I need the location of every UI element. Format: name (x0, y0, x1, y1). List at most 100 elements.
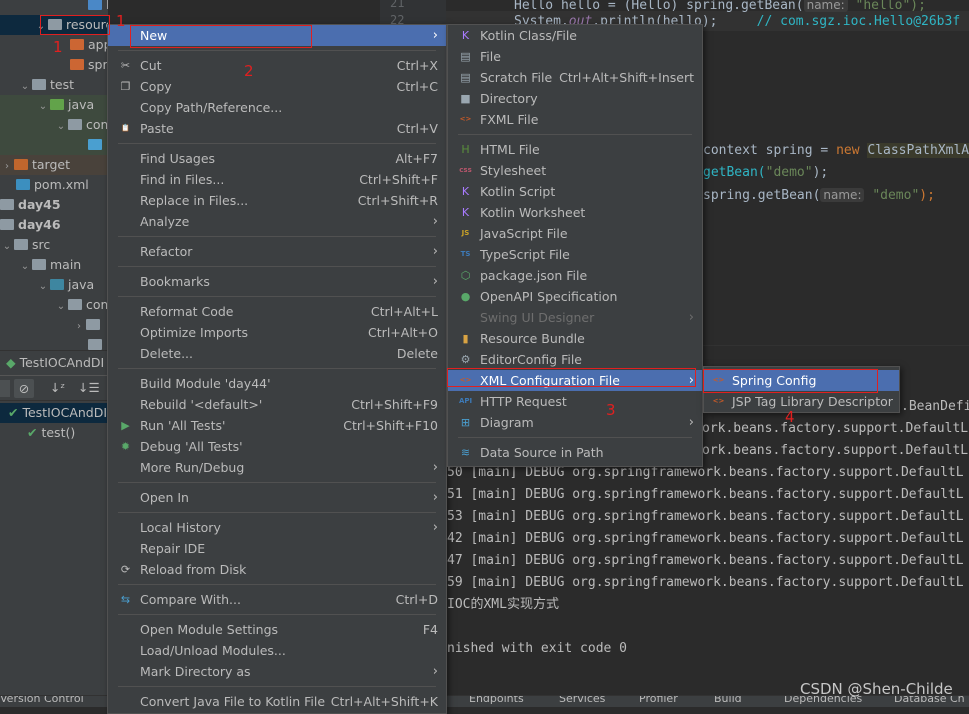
menu-item-reload-from-disk[interactable]: ⟳ Reload from Disk (108, 559, 446, 580)
tool-window-button[interactable]: Profiler (639, 696, 678, 705)
menu-item-label: OpenAPI Specification (480, 289, 618, 304)
tree-item[interactable]: RunApp (0, 0, 108, 15)
tool-window-button[interactable]: Endpoints (469, 696, 524, 705)
tree-item[interactable]: spr (0, 55, 108, 75)
menu-item-replace-in-files[interactable]: Replace in Files... Ctrl+Shift+R (108, 190, 446, 211)
menu-item-resource-bundle[interactable]: ▮ Resource Bundle (448, 328, 702, 349)
menu-item-compare-with[interactable]: ⇆ Compare With... Ctrl+D (108, 589, 446, 610)
menu-item-kotlin-worksheet[interactable]: K Kotlin Worksheet (448, 202, 702, 223)
chevron-icon[interactable]: ⌄ (0, 237, 14, 257)
menu-item-run-all-tests[interactable]: ▶ Run 'All Tests' Ctrl+Shift+F10 (108, 415, 446, 436)
tree-item[interactable]: ⌄ src (0, 235, 108, 255)
menu-item-more-run-debug[interactable]: More Run/Debug › (108, 457, 446, 478)
fxml-file-icon: <> (459, 115, 472, 123)
tree-item[interactable]: pom.xml (0, 175, 108, 195)
menu-item-load-unload-modules[interactable]: Load/Unload Modules... (108, 640, 446, 661)
test-tree-item[interactable]: ✔ TestIOCAndDI (0, 403, 108, 423)
menu-separator (458, 437, 692, 438)
menu-item-open-in[interactable]: Open In › (108, 487, 446, 508)
chevron-icon[interactable]: ⌄ (18, 257, 32, 277)
menu-item-openapi-specification[interactable]: ● OpenAPI Specification (448, 286, 702, 307)
menu-item-convert-java-file-to-kotlin-file[interactable]: Convert Java File to Kotlin File Ctrl+Alt… (108, 691, 446, 712)
menu-item-html-file[interactable]: H HTML File (448, 139, 702, 160)
tree-item[interactable]: › (0, 315, 108, 335)
chevron-right-icon: › (432, 490, 438, 505)
menu-item-cut[interactable]: ✂ Cut Ctrl+X (108, 55, 446, 76)
menu-item-debug-all-tests[interactable]: ✹ Debug 'All Tests' (108, 436, 446, 457)
directory-icon: ■ (460, 92, 471, 105)
chevron-icon[interactable]: ⌄ (54, 297, 68, 317)
show-passed-icon[interactable] (0, 380, 10, 397)
test-tree-item[interactable]: ✔ test() (0, 423, 108, 443)
menu-item-scratch-file[interactable]: ▤ Scratch File Ctrl+Alt+Shift+Insert (448, 67, 702, 88)
menu-item-typescript-file[interactable]: TS TypeScript File (448, 244, 702, 265)
menu-item-mark-directory-as[interactable]: Mark Directory as › (108, 661, 446, 682)
tree-item[interactable] (0, 135, 108, 155)
menu-item-copy[interactable]: ❐ Copy Ctrl+C (108, 76, 446, 97)
shortcut-label: F4 (422, 622, 438, 637)
menu-item-local-history[interactable]: Local History › (108, 517, 446, 538)
tree-item[interactable]: ⌄ java (0, 275, 108, 295)
tree-item[interactable]: day45 (0, 195, 108, 215)
copy-icon: ❐ (120, 80, 131, 93)
menu-item-delete[interactable]: Delete... Delete (108, 343, 446, 364)
menu-item-swing-ui-designer[interactable]: Swing UI Designer › (448, 307, 702, 328)
chevron-icon[interactable]: ⌄ (36, 97, 50, 117)
menu-item-directory[interactable]: ■ Directory (448, 88, 702, 109)
menu-item-bookmarks[interactable]: Bookmarks › (108, 271, 446, 292)
code-fragment[interactable]: context spring = new ClassPathXmlA (703, 141, 969, 161)
menu-item-repair-ide[interactable]: Repair IDE (108, 538, 446, 559)
shortcut-label: Ctrl+X (396, 58, 438, 73)
menu-item-build-module-day44[interactable]: Build Module 'day44' (108, 373, 446, 394)
chevron-icon[interactable]: ⌄ (18, 77, 32, 97)
code-fragment[interactable]: spring.getBean(name: "demo"); (703, 185, 935, 206)
tool-window-button[interactable]: Version Control (0, 696, 84, 705)
tree-item[interactable]: ⌄ com (0, 115, 108, 135)
tool-window-button[interactable]: Services (559, 696, 605, 705)
menu-item-kotlin-class-file[interactable]: K Kotlin Class/File (448, 25, 702, 46)
sort-duration-icon[interactable]: ↓☰ (78, 380, 100, 395)
menu-item-diagram[interactable]: ⊞ Diagram › (448, 412, 702, 433)
tree-item[interactable] (0, 335, 108, 350)
menu-item-stylesheet[interactable]: css Stylesheet (448, 160, 702, 181)
tree-item-label: java (68, 97, 95, 112)
tool-window-button[interactable]: Build (714, 696, 742, 705)
sort-alpha-icon[interactable]: ↓ᶻ (50, 380, 65, 395)
maven-icon (16, 179, 30, 190)
tree-item[interactable]: ⌄ main (0, 255, 108, 275)
menu-item-http-request[interactable]: API HTTP Request (448, 391, 702, 412)
menu-item-copy-path-reference[interactable]: Copy Path/Reference... (108, 97, 446, 118)
code-text: getBean( (703, 165, 766, 180)
annotation-number: 3 (606, 401, 616, 419)
menu-item-file[interactable]: ▤ File (448, 46, 702, 67)
menu-item-editorconfig-file[interactable]: ⚙ EditorConfig File (448, 349, 702, 370)
menu-item-refactor[interactable]: Refactor › (108, 241, 446, 262)
menu-item-open-module-settings[interactable]: Open Module Settings F4 (108, 619, 446, 640)
menu-item-javascript-file[interactable]: JS JavaScript File (448, 223, 702, 244)
run-tab[interactable]: ◆ TestIOCAndDI (6, 353, 104, 373)
menu-item-jsp-tag-library-descriptor[interactable]: <> JSP Tag Library Descriptor (704, 391, 899, 412)
show-ignored-icon[interactable]: ⊘ (14, 379, 34, 398)
tree-item[interactable]: ⌄ test (0, 75, 108, 95)
tree-item[interactable]: › target (0, 155, 108, 175)
menu-item-find-in-files[interactable]: Find in Files... Ctrl+Shift+F (108, 169, 446, 190)
chevron-icon[interactable]: › (72, 317, 86, 337)
tree-item[interactable]: ⌄ com (0, 295, 108, 315)
menu-item-paste[interactable]: 📋 Paste Ctrl+V (108, 118, 446, 139)
menu-item-rebuild-default[interactable]: Rebuild '<default>' Ctrl+Shift+F9 (108, 394, 446, 415)
menu-item-reformat-code[interactable]: Reformat Code Ctrl+Alt+L (108, 301, 446, 322)
chevron-icon[interactable]: › (0, 157, 14, 177)
menu-item-find-usages[interactable]: Find Usages Alt+F7 (108, 148, 446, 169)
menu-item-analyze[interactable]: Analyze › (108, 211, 446, 232)
menu-item-optimize-imports[interactable]: Optimize Imports Ctrl+Alt+O (108, 322, 446, 343)
chevron-icon[interactable]: ⌄ (54, 117, 68, 137)
menu-item-package-json-file[interactable]: ⬡ package.json File (448, 265, 702, 286)
menu-item-kotlin-script[interactable]: K Kotlin Script (448, 181, 702, 202)
tree-item[interactable]: day46 (0, 215, 108, 235)
chevron-icon[interactable]: ⌄ (36, 277, 50, 297)
test-icon: ◆ (6, 355, 16, 370)
menu-item-fxml-file[interactable]: <> FXML File (448, 109, 702, 130)
menu-item-data-source-in-path[interactable]: ≋ Data Source in Path (448, 442, 702, 463)
tree-item[interactable]: ⌄ java (0, 95, 108, 115)
code-fragment[interactable]: getBean("demo"); (703, 163, 828, 183)
